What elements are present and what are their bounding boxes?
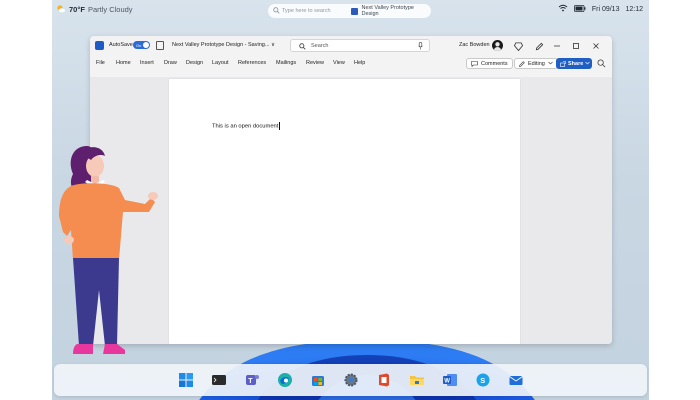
person-illustration xyxy=(59,146,158,354)
comment-icon xyxy=(471,60,478,67)
comments-label: Comments xyxy=(481,60,508,67)
document-text: This is an open document xyxy=(212,123,279,130)
avatar[interactable] xyxy=(492,40,503,51)
menu-layout[interactable]: Layout xyxy=(212,60,229,66)
system-tray: Fri 09/13 12:12 xyxy=(558,4,643,14)
office-icon[interactable] xyxy=(376,372,392,388)
svg-text:T: T xyxy=(248,378,253,385)
menu-view[interactable]: View xyxy=(333,60,345,66)
save-icon[interactable] xyxy=(156,41,164,50)
search-icon xyxy=(273,7,280,16)
weather-condition-label: Partly Cloudy xyxy=(87,4,133,14)
edge-icon[interactable] xyxy=(277,372,293,388)
teams-icon[interactable]: T xyxy=(244,372,260,388)
title-bar: AutoSave On Next Valley Prototype Design… xyxy=(90,36,612,56)
menu-home[interactable]: Home xyxy=(116,60,131,66)
user-name[interactable]: Zac Bowden xyxy=(459,42,490,48)
store-icon[interactable] xyxy=(310,372,326,388)
document-text-line[interactable]: This is an open document xyxy=(212,122,280,130)
ribbon-menu: File Home Insert Draw Design Layout Refe… xyxy=(90,57,612,71)
battery-icon[interactable] xyxy=(573,4,586,14)
minimize-icon[interactable] xyxy=(551,40,563,52)
active-app-chip[interactable]: Next Valley Prototype Design xyxy=(350,5,431,17)
word-icon[interactable]: W xyxy=(442,372,458,388)
autosave-toggle[interactable]: On xyxy=(133,41,150,49)
menu-design[interactable]: Design xyxy=(186,60,203,66)
maximize-icon[interactable] xyxy=(570,40,582,52)
time-label[interactable]: 12:12 xyxy=(625,6,643,13)
autosave-state-label: On xyxy=(136,43,142,48)
menu-insert[interactable]: Insert xyxy=(140,60,154,66)
menu-help[interactable]: Help xyxy=(354,60,365,66)
toggle-knob xyxy=(143,42,149,48)
microphone-icon[interactable] xyxy=(418,41,423,52)
word-logo-icon xyxy=(95,41,104,50)
share-label: Share xyxy=(568,60,584,67)
weather-widget[interactable]: 70°F Partly Cloudy xyxy=(56,4,133,14)
active-app-label: Next Valley Prototype Design xyxy=(361,5,414,17)
start-icon[interactable] xyxy=(178,372,194,388)
terminal-icon[interactable] xyxy=(211,372,227,388)
date-label[interactable]: Fri 09/13 xyxy=(592,6,620,13)
editing-label: Editing xyxy=(528,60,545,67)
file-explorer-icon[interactable] xyxy=(409,372,425,388)
pencil-icon xyxy=(519,60,525,67)
wifi-icon[interactable] xyxy=(558,4,568,14)
pen-icon[interactable] xyxy=(533,40,545,52)
svg-text:W: W xyxy=(444,379,450,385)
menu-references[interactable]: References xyxy=(238,60,266,66)
editing-button[interactable]: Editing xyxy=(514,58,558,69)
menu-draw[interactable]: Draw xyxy=(164,60,177,66)
top-search-bar[interactable]: Type here to search Next Valley Prototyp… xyxy=(268,4,431,18)
taskbar: T W S xyxy=(54,364,647,396)
search-label: Search xyxy=(311,43,329,49)
menu-review[interactable]: Review xyxy=(306,60,324,66)
text-cursor xyxy=(279,122,280,130)
chevron-down-icon xyxy=(585,61,591,67)
settings-icon[interactable] xyxy=(343,372,359,388)
document-canvas: This is an open document xyxy=(90,77,612,344)
autosave-label: AutoSave xyxy=(109,42,133,48)
chevron-down-icon xyxy=(548,61,553,67)
temperature-label: 70°F xyxy=(69,4,85,14)
close-icon[interactable] xyxy=(590,40,602,52)
word-window: AutoSave On Next Valley Prototype Design… xyxy=(90,36,612,344)
copilot-icon[interactable] xyxy=(597,59,606,70)
search-icon xyxy=(299,42,306,52)
menu-mailings[interactable]: Mailings xyxy=(276,60,296,66)
window-search-box[interactable]: Search xyxy=(290,39,430,52)
top-status-bar: 70°F Partly Cloudy Type here to search N… xyxy=(52,0,649,20)
svg-text:S: S xyxy=(480,376,485,385)
document-page[interactable]: This is an open document xyxy=(169,79,520,344)
skype-icon[interactable]: S xyxy=(475,372,491,388)
share-button[interactable]: Share xyxy=(556,58,592,69)
document-title[interactable]: Next Valley Prototype Design - Saving...… xyxy=(172,42,275,48)
menu-file[interactable]: File xyxy=(96,60,105,66)
comments-button[interactable]: Comments xyxy=(466,58,513,69)
diamond-icon[interactable] xyxy=(512,40,524,52)
mail-icon[interactable] xyxy=(508,372,524,388)
word-icon xyxy=(350,7,359,15)
partly-cloudy-icon xyxy=(56,4,66,14)
share-icon xyxy=(560,60,566,67)
